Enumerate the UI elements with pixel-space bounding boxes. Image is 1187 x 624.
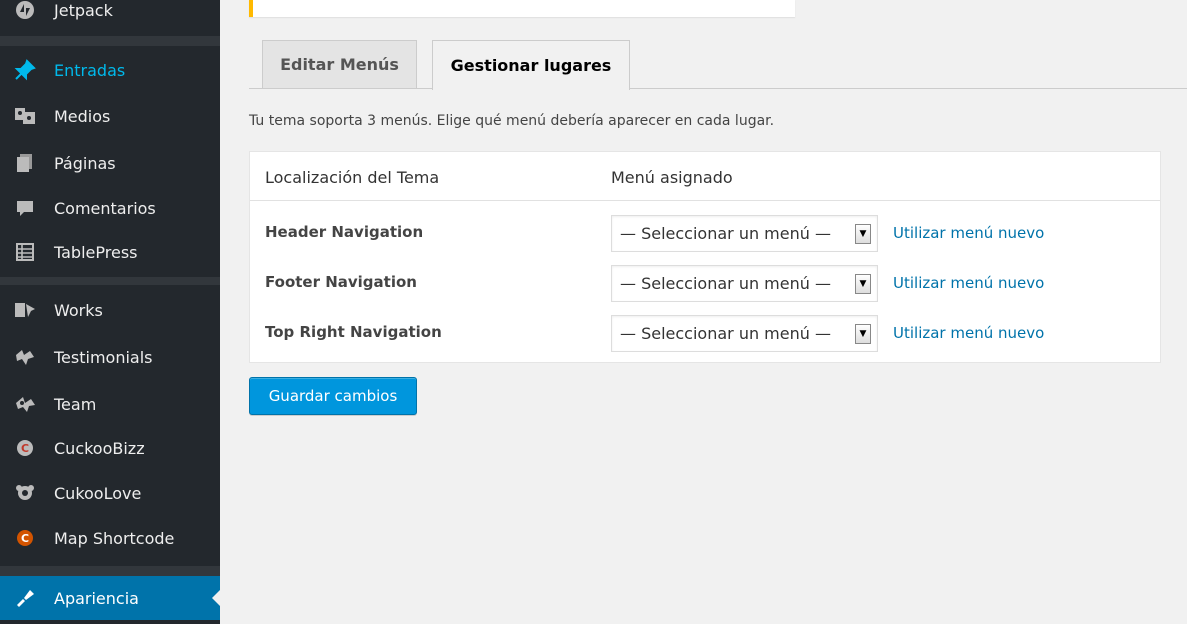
sidebar-item-label: Apariencia (54, 588, 139, 608)
sidebar-separator (0, 566, 220, 576)
sidebar-item-cukoolove[interactable]: CukooLove (8, 474, 220, 512)
locations-description: Tu tema soporta 3 menús. Elige qué menú … (249, 113, 775, 129)
use-new-menu-link[interactable]: Utilizar menú nuevo (893, 324, 1044, 342)
tab-gestionar-lugares[interactable]: Gestionar lugares (432, 40, 630, 90)
admin-sidebar: Jetpack Entradas Medios Páginas Comentar… (0, 0, 220, 624)
sidebar-item-team[interactable]: Team (8, 385, 220, 423)
sidebar-item-jetpack[interactable]: Jetpack (8, 0, 220, 29)
admin-notice (249, 0, 795, 17)
cukoolove-icon (14, 482, 36, 504)
table-icon (14, 241, 36, 263)
current-item-pointer (212, 590, 220, 606)
sidebar-item-label: Works (54, 300, 103, 320)
sidebar-item-label: Map Shortcode (54, 528, 175, 548)
sidebar-item-label: Jetpack (54, 0, 113, 20)
menu-select[interactable]: — Seleccionar un menú — ▼ (611, 215, 878, 252)
sidebar-item-paginas[interactable]: Páginas (8, 144, 220, 182)
sidebar-item-label: Páginas (54, 153, 116, 173)
sidebar-item-label: Entradas (54, 60, 126, 80)
cuckoobizz-icon: C (14, 437, 36, 459)
table-row: Header Navigation — Seleccionar un menú … (250, 202, 1160, 252)
sidebar-item-comentarios[interactable]: Comentarios (8, 189, 220, 227)
menu-select[interactable]: — Seleccionar un menú — ▼ (611, 315, 878, 352)
sidebar-item-apariencia[interactable]: Apariencia (0, 576, 220, 620)
location-name: Top Right Navigation (265, 323, 442, 341)
location-name: Header Navigation (265, 223, 424, 241)
sidebar-item-label: Medios (54, 106, 111, 126)
team-icon (14, 393, 36, 415)
sidebar-item-label: Comentarios (54, 198, 156, 218)
chevron-down-icon: ▼ (855, 273, 871, 294)
chevron-down-icon: ▼ (855, 223, 871, 244)
nav-tabs: Editar Menús Gestionar lugares (249, 40, 1187, 90)
sidebar-item-map-shortcode[interactable]: C Map Shortcode (8, 519, 220, 557)
sidebar-item-entradas[interactable]: Entradas (8, 51, 220, 89)
use-new-menu-link[interactable]: Utilizar menú nuevo (893, 274, 1044, 292)
sidebar-separator (0, 277, 220, 285)
appearance-icon (14, 587, 36, 609)
table-header: Localización del Tema Menú asignado (250, 152, 1160, 201)
sidebar-item-label: TablePress (54, 242, 138, 262)
svg-text:C: C (21, 442, 29, 455)
sidebar-item-works[interactable]: Works (8, 291, 220, 329)
testimonials-icon (14, 346, 36, 368)
table-row: Footer Navigation — Seleccionar un menú … (250, 252, 1160, 302)
menu-select-value: — Seleccionar un menú — (620, 274, 831, 293)
sidebar-item-testimonials[interactable]: Testimonials (8, 338, 220, 376)
map-shortcode-icon: C (14, 527, 36, 549)
menu-select-value: — Seleccionar un menú — (620, 224, 831, 243)
pages-icon (14, 152, 36, 174)
sidebar-item-label: Testimonials (54, 347, 153, 367)
sidebar-item-tablepress[interactable]: TablePress (8, 233, 220, 271)
works-icon (14, 299, 36, 321)
use-new-menu-link[interactable]: Utilizar menú nuevo (893, 224, 1044, 242)
pin-icon (14, 59, 36, 81)
menu-select[interactable]: — Seleccionar un menú — ▼ (611, 265, 878, 302)
table-row: Top Right Navigation — Seleccionar un me… (250, 302, 1160, 352)
sidebar-separator (0, 36, 220, 46)
chevron-down-icon: ▼ (855, 323, 871, 344)
save-changes-button[interactable]: Guardar cambios (249, 377, 417, 415)
comments-icon (14, 197, 36, 219)
column-header-location: Localización del Tema (265, 168, 440, 187)
sidebar-item-label: CukooLove (54, 483, 142, 503)
svg-text:C: C (21, 532, 29, 545)
sidebar-item-cuckoobizz[interactable]: C CuckooBizz (8, 429, 220, 467)
sidebar-item-label: CuckooBizz (54, 438, 145, 458)
sidebar-item-medios[interactable]: Medios (8, 97, 220, 135)
media-icon (14, 105, 36, 127)
menu-select-value: — Seleccionar un menú — (620, 324, 831, 343)
tab-editar-menus[interactable]: Editar Menús (262, 40, 417, 88)
location-name: Footer Navigation (265, 273, 417, 291)
sidebar-item-label: Team (54, 394, 97, 414)
jetpack-icon (14, 0, 36, 21)
column-header-menu: Menú asignado (611, 168, 733, 187)
menu-locations-table: Localización del Tema Menú asignado Head… (249, 151, 1161, 363)
